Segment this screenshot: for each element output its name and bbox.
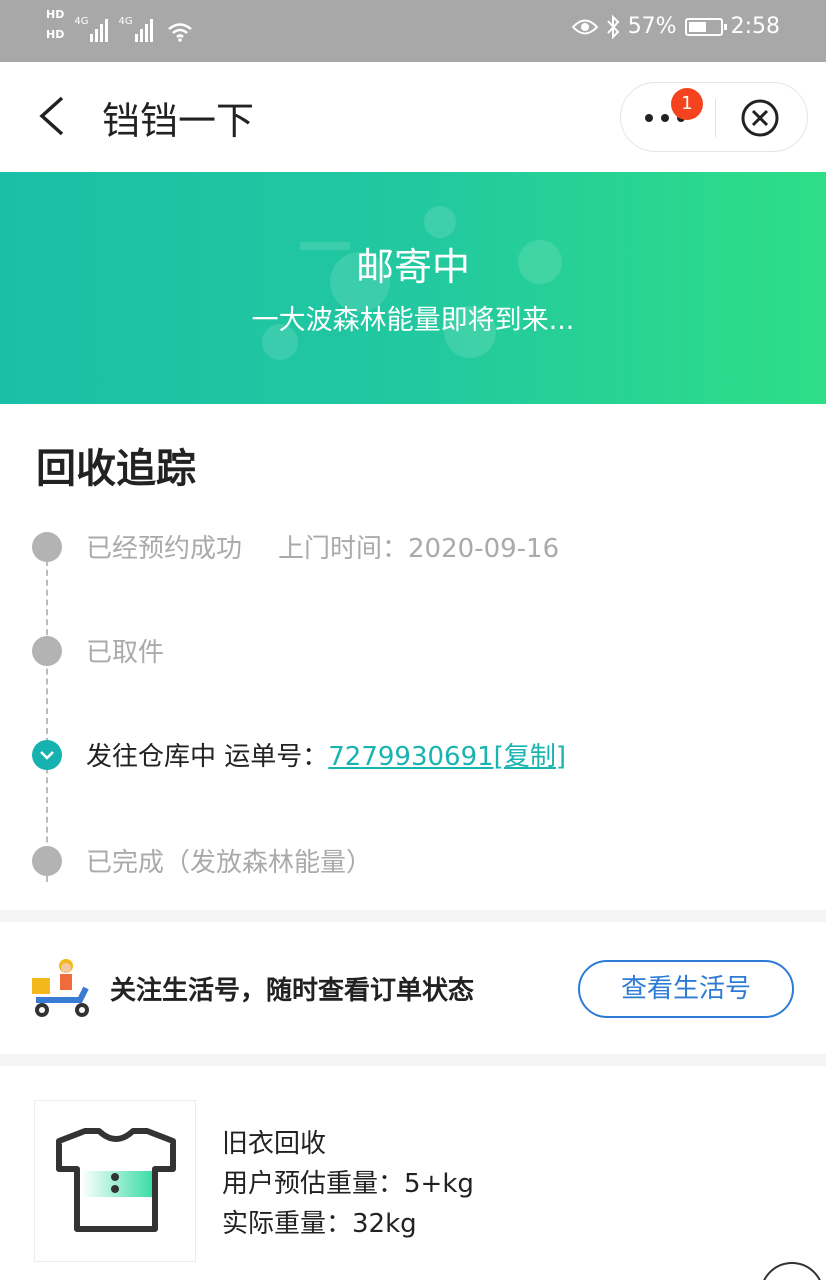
signal-icon-2: 4G [118,8,153,42]
network-label-1: 4G [74,16,89,27]
wifi-icon [167,23,192,42]
estimated-weight: 用户预估重量：5+kg [222,1169,474,1199]
step-1: 已经预约成功 上门时间：2020-09-16 [86,528,559,565]
signal-icon: 4G [74,8,109,42]
clock: 2:58 [730,14,780,39]
banner-title: 邮寄中 [355,245,470,289]
more-dot-icon [661,114,669,122]
eye-icon [571,19,598,34]
battery-icon [684,17,727,36]
tracking-number-link[interactable]: 7279930691[复制] [328,742,566,772]
bluetooth-icon [606,14,620,39]
status-banner: 邮寄中 一大波森林能量即将到来... [0,172,826,404]
hd-indicators: HD HD [46,8,64,42]
status-bar-right: 57% 2:58 [571,14,780,39]
item-thumbnail [34,1100,196,1262]
notification-badge: 1 [671,88,703,120]
tshirt-icon [56,1128,176,1232]
battery-percent: 57% [627,14,677,39]
hd-label-1: HD [46,8,65,21]
status-bar-left: HD HD 4G 4G [46,8,193,42]
view-account-button[interactable]: 查看生活号 [578,960,794,1018]
pickup-time: 上门时间：2020-09-16 [278,534,560,564]
step-4: 已完成（发放森林能量） [86,848,373,878]
step-label: 已经预约成功 [86,534,243,564]
more-dot-icon [645,114,653,122]
banner-subtitle: 一大波森林能量即将到来... [251,305,575,336]
delivery-rider-icon [32,959,89,1017]
step-dot [32,846,62,876]
close-icon[interactable] [739,97,781,139]
follow-prompt: 关注生活号，随时查看订单状态 [110,976,475,1006]
nav-bar: 铛铛一下 1 [0,62,826,172]
item-card: 旧衣回收 用户预估重量：5+kg 实际重量：32kg [0,1066,826,1280]
back-icon[interactable] [34,94,74,138]
step-2: 已取件 [86,638,165,668]
step-dot [32,532,62,562]
tracking-card: 回收追踪 已经预约成功 上门时间：2020-09-16 已取件 发往仓库中 运单号… [0,404,826,910]
follow-card: 关注生活号，随时查看订单状态 查看生活号 [0,922,826,1054]
step-dot [32,636,62,666]
network-label-2: 4G [118,16,133,27]
mini-program-capsule: 1 [620,82,808,152]
capsule-divider [715,99,716,137]
battery-fill [688,21,706,32]
hd-label-2: HD [46,28,65,41]
item-name: 旧衣回收 [222,1129,327,1159]
item-info: 旧衣回收 用户预估重量：5+kg 实际重量：32kg [222,1124,474,1244]
status-bar: HD HD 4G 4G 57% 2:58 [0,0,826,62]
step-3: 发往仓库中 运单号：7279930691[复制] [86,736,566,773]
step-dot-active [32,740,62,770]
actual-weight: 实际重量：32kg [222,1209,417,1239]
tracking-title: 回收追踪 [36,446,196,492]
timeline-line [46,560,48,882]
step-label: 发往仓库中 运单号： [86,742,329,772]
page-title: 铛铛一下 [102,99,255,143]
check-icon [40,751,54,760]
